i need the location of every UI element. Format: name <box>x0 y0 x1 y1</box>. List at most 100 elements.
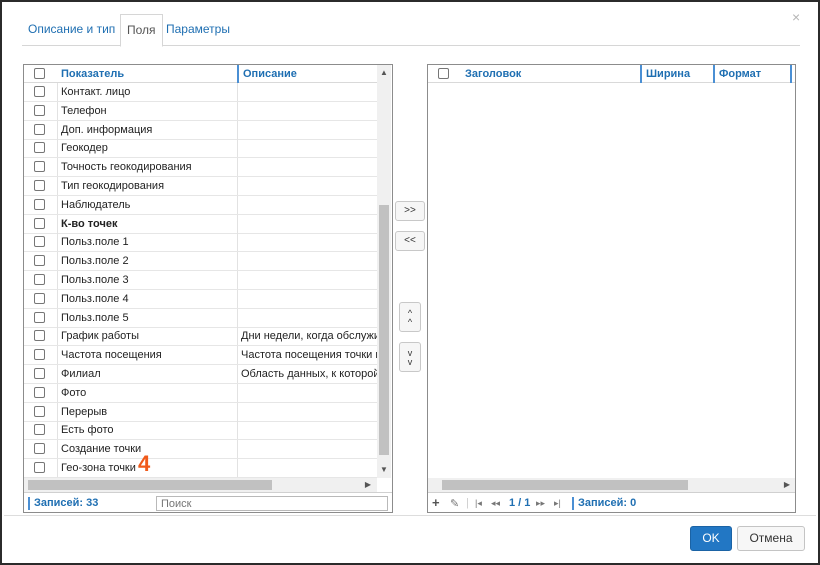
field-name-cell: Частота посещения <box>57 346 237 365</box>
row-checkbox[interactable] <box>34 368 45 379</box>
column-header-title[interactable]: Заголовок <box>461 65 641 83</box>
field-description-cell <box>237 120 377 139</box>
field-name-cell: Фото <box>57 383 237 402</box>
field-description-cell <box>237 214 377 233</box>
row-checkbox[interactable] <box>34 292 45 304</box>
row-checkbox[interactable] <box>34 236 45 248</box>
next-page-icon[interactable]: ▸▸ <box>536 498 545 509</box>
edit-icon[interactable]: ✎ <box>450 497 459 510</box>
column-header-more[interactable] <box>790 65 795 83</box>
table-row[interactable]: Доп. информация <box>24 120 377 140</box>
move-down-button[interactable]: v v <box>399 342 421 372</box>
field-name-cell: Польз.поле 3 <box>57 271 237 289</box>
row-checkbox[interactable] <box>34 142 45 154</box>
scroll-down-icon[interactable]: ▼ <box>377 465 391 474</box>
column-header-width[interactable]: Ширина <box>640 65 712 83</box>
row-checkbox[interactable] <box>34 462 45 473</box>
field-name-cell: Есть фото <box>57 421 237 440</box>
row-checkbox[interactable] <box>34 217 45 229</box>
table-row[interactable]: Геокодер <box>24 139 377 159</box>
table-row[interactable]: График работы Дни недели, когда обслужива <box>24 327 377 347</box>
table-row[interactable]: Частота посещения Частота посещения точки… <box>24 346 377 366</box>
ok-button[interactable]: OK <box>690 526 732 551</box>
grid-header: Заголовок Ширина Формат <box>428 65 795 83</box>
field-name-cell: Геокодер <box>57 139 237 158</box>
select-all-checkbox[interactable] <box>438 68 449 79</box>
column-header-name[interactable]: Показатель <box>57 65 237 83</box>
row-checkbox[interactable] <box>34 198 45 210</box>
table-row[interactable]: Польз.поле 3 <box>24 271 377 290</box>
tab-parameters[interactable]: Параметры <box>160 14 236 46</box>
row-checkbox[interactable] <box>34 424 45 436</box>
table-row[interactable]: Контакт. лицо <box>24 83 377 102</box>
table-row[interactable]: Телефон <box>24 101 377 121</box>
row-checkbox[interactable] <box>34 349 45 361</box>
scroll-thumb[interactable] <box>28 480 272 490</box>
remove-field-button[interactable]: << <box>395 231 425 251</box>
select-all-checkbox[interactable] <box>34 68 45 79</box>
vertical-scrollbar[interactable]: ▲ ▼ <box>377 65 391 478</box>
row-checkbox[interactable] <box>34 330 45 342</box>
field-description-cell: Дни недели, когда обслужива <box>237 327 377 346</box>
previous-page-icon[interactable]: ◂◂ <box>491 498 500 509</box>
row-checkbox[interactable] <box>34 86 45 97</box>
field-name-cell: Филиал <box>57 365 237 383</box>
scroll-thumb[interactable] <box>442 480 688 490</box>
table-row[interactable]: Гео-зона точки <box>24 459 377 478</box>
dialog: × Описание и тип Поля Параметры Показате… <box>0 0 820 565</box>
table-row[interactable]: Создание точки <box>24 440 377 460</box>
row-checkbox[interactable] <box>34 255 45 267</box>
row-checkbox[interactable] <box>34 443 45 455</box>
scroll-right-icon[interactable]: ▶ <box>780 480 794 489</box>
chevron-up-icon: ^ <box>407 317 413 327</box>
search-input[interactable] <box>156 496 388 511</box>
table-row[interactable]: Тип геокодирования <box>24 177 377 196</box>
scroll-right-icon[interactable]: ▶ <box>361 480 375 489</box>
field-description-cell <box>237 252 377 271</box>
horizontal-scrollbar[interactable]: ▶ <box>428 478 795 492</box>
column-header-description[interactable]: Описание <box>237 65 377 83</box>
row-checkbox[interactable] <box>34 123 45 135</box>
move-up-button[interactable]: ^ ^ <box>399 302 421 332</box>
table-row[interactable]: Есть фото <box>24 421 377 441</box>
last-page-icon[interactable]: ▸| <box>554 498 561 509</box>
first-page-icon[interactable]: |◂ <box>475 498 482 509</box>
row-checkbox[interactable] <box>34 274 45 285</box>
add-icon[interactable]: + <box>432 495 440 510</box>
chevron-down-icon: v <box>407 357 413 367</box>
row-checkbox[interactable] <box>34 386 45 398</box>
field-description-cell <box>237 195 377 214</box>
records-count: Записей: 0 <box>578 497 637 509</box>
table-row[interactable]: К-во точек <box>24 214 377 234</box>
field-name-cell: Перерыв <box>57 402 237 421</box>
row-checkbox[interactable] <box>34 405 45 417</box>
row-checkbox[interactable] <box>34 104 45 116</box>
table-row[interactable]: Польз.поле 5 <box>24 308 377 328</box>
grid-header: Показатель Описание <box>24 65 377 83</box>
add-field-button[interactable]: >> <box>395 201 425 221</box>
scroll-thumb[interactable] <box>379 205 389 455</box>
table-row[interactable]: Польз.поле 4 <box>24 289 377 309</box>
table-row[interactable]: Польз.поле 2 <box>24 252 377 272</box>
table-row[interactable]: Польз.поле 1 <box>24 233 377 253</box>
grid-footer: Записей: 33 <box>24 492 392 512</box>
field-description-cell <box>237 271 377 289</box>
table-row[interactable]: ФилиалОбласть данных, к которой пр <box>24 365 377 384</box>
horizontal-scrollbar[interactable]: ▶ <box>24 478 377 492</box>
tab-fields[interactable]: Поля <box>120 14 163 47</box>
field-name-cell: Польз.поле 1 <box>57 233 237 252</box>
row-checkbox[interactable] <box>34 311 45 323</box>
cancel-button[interactable]: Отмена <box>737 526 805 551</box>
table-row[interactable]: Фото <box>24 383 377 403</box>
selected-fields-grid: Заголовок Ширина Формат ▶ + ✎ | |◂ ◂◂ 1 … <box>427 64 796 513</box>
row-checkbox[interactable] <box>34 161 45 173</box>
table-row[interactable]: Перерыв <box>24 402 377 422</box>
column-header-format[interactable]: Формат <box>713 65 789 83</box>
tab-description-and-type[interactable]: Описание и тип <box>22 14 121 46</box>
table-row[interactable]: Наблюдатель <box>24 195 377 215</box>
divider: | <box>466 497 469 509</box>
table-row[interactable]: Точность геокодирования <box>24 158 377 178</box>
annotation-marker: 4 <box>138 451 151 476</box>
scroll-up-icon[interactable]: ▲ <box>377 68 391 77</box>
row-checkbox[interactable] <box>34 180 45 191</box>
